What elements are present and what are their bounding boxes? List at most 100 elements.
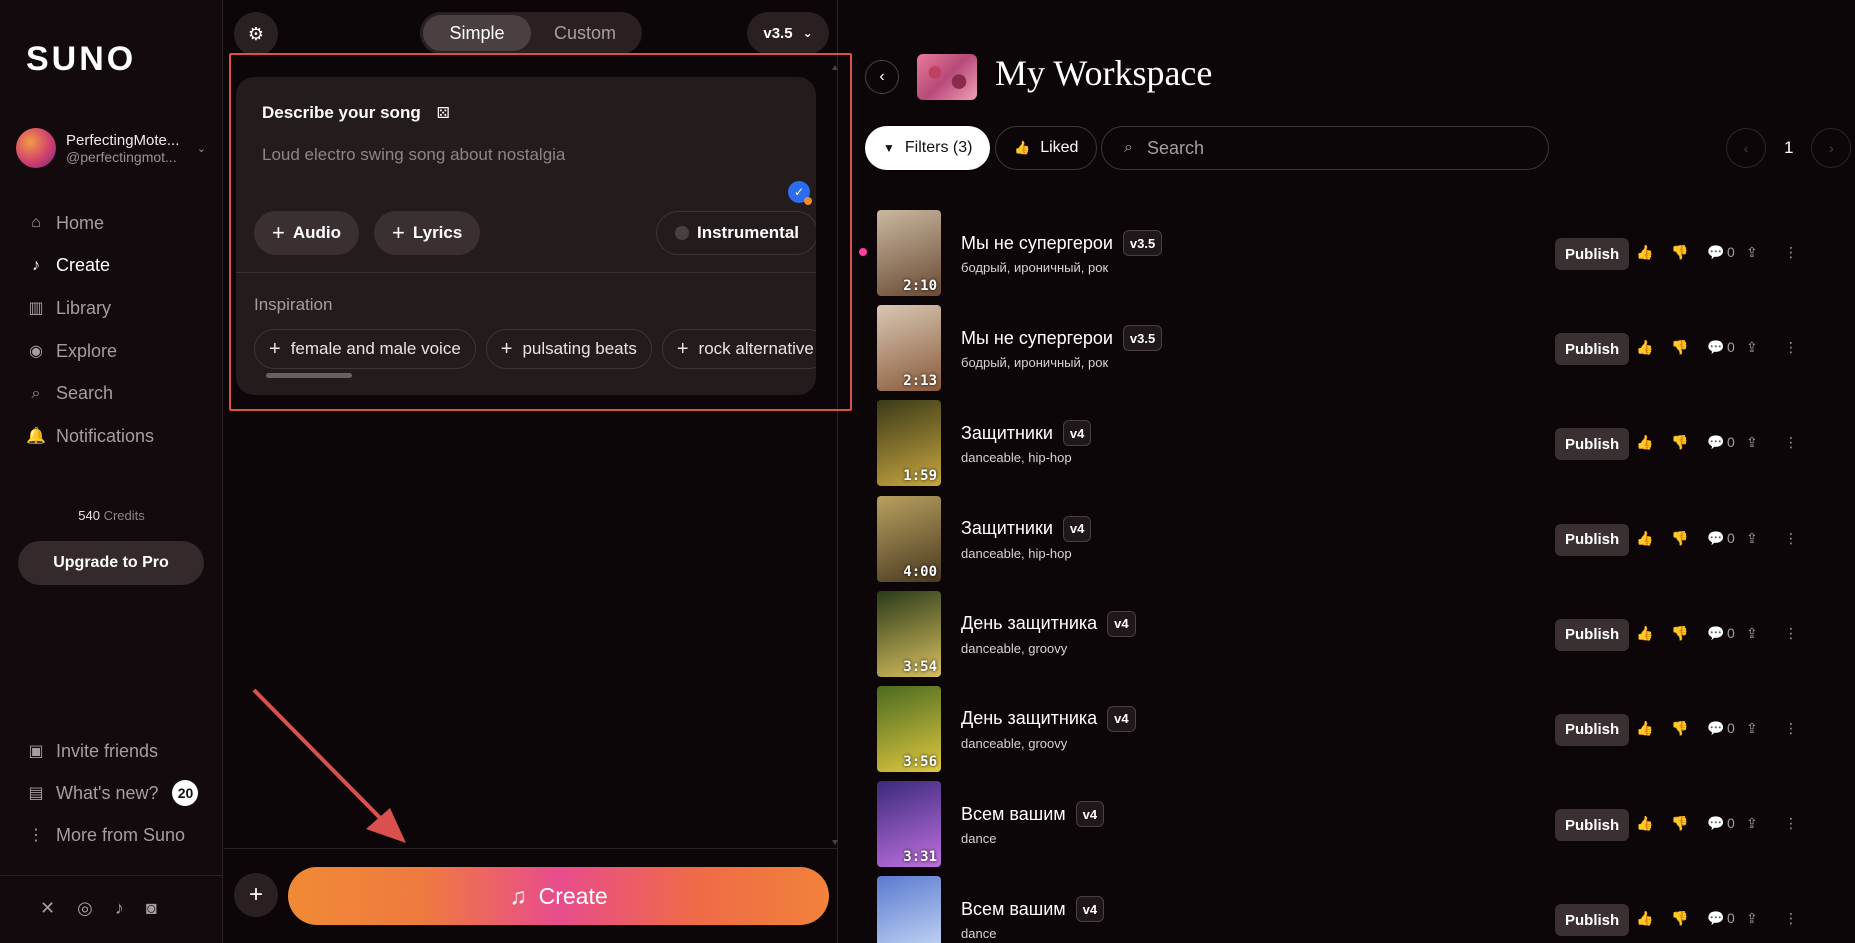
panel-scrollbar[interactable]	[831, 64, 839, 846]
song-title[interactable]: Всем вашим	[961, 899, 1066, 920]
share-button[interactable]: ⇪	[1746, 720, 1758, 737]
comment-icon[interactable]: 💬	[1707, 910, 1724, 927]
dislike-button[interactable]: 👎	[1671, 720, 1688, 737]
song-title[interactable]: Мы не супергерои	[961, 328, 1113, 349]
song-row[interactable]: 3:54 День защитника v4 danceable, groovy Pub…	[839, 590, 1855, 686]
invite-friends-link[interactable]: ▣ Invite friends	[26, 730, 198, 772]
dice-icon[interactable]: ⚄	[437, 104, 450, 122]
like-button[interactable]: 👍	[1636, 815, 1653, 832]
add-button[interactable]: +	[234, 873, 278, 917]
comment-icon[interactable]: 💬	[1707, 339, 1724, 356]
share-button[interactable]: ⇪	[1746, 910, 1758, 927]
song-tags[interactable]: dance	[961, 831, 996, 846]
sidebar-item-library[interactable]: ▥ Library	[26, 287, 154, 330]
song-cover[interactable]: 3:56	[877, 685, 941, 772]
share-button[interactable]: ⇪	[1746, 530, 1758, 547]
instagram-icon[interactable]: ◎	[77, 898, 93, 919]
dislike-button[interactable]: 👎	[1671, 625, 1688, 642]
like-button[interactable]: 👍	[1636, 720, 1653, 737]
publish-button[interactable]: Publish	[1555, 333, 1630, 366]
song-title[interactable]: Мы не супергерои	[961, 233, 1113, 254]
comment-icon[interactable]: 💬	[1707, 815, 1724, 832]
share-button[interactable]: ⇪	[1746, 625, 1758, 642]
whats-new-link[interactable]: ▤ What's new? 20	[26, 772, 199, 814]
dislike-button[interactable]: 👎	[1671, 244, 1688, 261]
song-cover[interactable]	[877, 876, 941, 943]
mode-custom-button[interactable]: Custom	[531, 15, 639, 51]
song-tags[interactable]: danceable, hip-hop	[961, 546, 1072, 561]
sidebar-item-search[interactable]: ⌕ Search	[26, 372, 154, 415]
more-from-suno-link[interactable]: ⋮ More from Suno	[26, 814, 198, 856]
share-button[interactable]: ⇪	[1746, 434, 1758, 451]
comment-icon[interactable]: 💬	[1707, 530, 1724, 547]
instrumental-toggle[interactable]: Instrumental	[656, 211, 816, 255]
search-input[interactable]	[1146, 137, 1507, 159]
discord-icon[interactable]: ◙	[146, 898, 157, 919]
suno-logo[interactable]: SUNO	[26, 40, 136, 79]
song-title[interactable]: День защитника	[961, 613, 1097, 634]
song-tags[interactable]: бодрый, ироничный, рок	[961, 355, 1108, 370]
more-options-button[interactable]: ⋮	[1784, 339, 1798, 356]
more-options-button[interactable]: ⋮	[1784, 434, 1798, 451]
song-title[interactable]: День защитника	[961, 708, 1097, 729]
dislike-button[interactable]: 👎	[1671, 815, 1688, 832]
filters-button[interactable]: ▼ Filters (3)	[865, 126, 991, 170]
prev-page-button[interactable]: ‹	[1726, 128, 1766, 168]
song-tags[interactable]: бодрый, ироничный, рок	[961, 260, 1108, 275]
song-title[interactable]: Защитники	[961, 423, 1053, 444]
song-row[interactable]: Всем вашим v4 dance Publish 👍 👎 💬 ⇪ ⋮ 0	[839, 876, 1855, 943]
model-version-dropdown[interactable]: v3.5 ⌄	[747, 12, 829, 54]
song-row[interactable]: 4:00 Защитники v4 danceable, hip-hop Publish…	[839, 495, 1855, 591]
like-button[interactable]: 👍	[1636, 434, 1653, 451]
comment-icon[interactable]: 💬	[1707, 625, 1724, 642]
sidebar-item-notifications[interactable]: 🔔 Notifications	[26, 415, 154, 458]
liked-button[interactable]: 👍 Liked	[995, 126, 1098, 170]
song-row[interactable]: 2:13 Мы не супергерои v3.5 бодрый, ироничны…	[839, 305, 1855, 400]
add-lyrics-button[interactable]: + Lyrics	[374, 211, 481, 255]
tiktok-icon[interactable]: ♪	[115, 898, 124, 919]
like-button[interactable]: 👍	[1636, 339, 1653, 356]
more-options-button[interactable]: ⋮	[1784, 530, 1798, 547]
share-button[interactable]: ⇪	[1746, 815, 1758, 832]
inspiration-chip[interactable]: + rock alternative	[661, 329, 816, 369]
inspiration-chip[interactable]: + pulsating beats	[485, 329, 652, 369]
sidebar-item-home[interactable]: ⌂ Home	[26, 202, 154, 245]
publish-button[interactable]: Publish	[1555, 618, 1630, 651]
song-tags[interactable]: danceable, groovy	[961, 641, 1067, 656]
inspiration-chip[interactable]: + female and male voice	[254, 329, 476, 369]
upgrade-button[interactable]: Upgrade to Pro	[18, 541, 204, 585]
comment-icon[interactable]: 💬	[1707, 244, 1724, 261]
more-options-button[interactable]: ⋮	[1784, 815, 1798, 832]
user-menu[interactable]: PerfectingMote... @perfectingmot... ⌄	[16, 128, 206, 168]
song-title[interactable]: Защитники	[961, 518, 1053, 539]
describe-song-input[interactable]: Loud electro swing song about nostalgia	[262, 145, 565, 165]
inspiration-scrollbar[interactable]	[266, 373, 352, 378]
share-button[interactable]: ⇪	[1746, 244, 1758, 261]
song-row[interactable]: 2:10 Мы не супергерои v3.5 бодрый, ироничны…	[839, 210, 1855, 305]
mode-simple-button[interactable]: Simple	[423, 15, 531, 51]
song-row[interactable]: 3:31 Всем вашим v4 dance Publish 👍 👎 💬 ⇪ ⋮ 0	[839, 781, 1855, 876]
sidebar-item-create[interactable]: ♪ Create	[26, 245, 154, 288]
song-cover[interactable]: 3:54	[877, 590, 941, 677]
publish-button[interactable]: Publish	[1555, 713, 1630, 746]
song-tags[interactable]: danceable, groovy	[961, 736, 1067, 751]
publish-button[interactable]: Publish	[1555, 428, 1630, 461]
like-button[interactable]: 👍	[1636, 244, 1653, 261]
more-options-button[interactable]: ⋮	[1784, 910, 1798, 927]
like-button[interactable]: 👍	[1636, 530, 1653, 547]
add-audio-button[interactable]: + Audio	[254, 211, 360, 255]
comment-icon[interactable]: 💬	[1707, 720, 1724, 737]
song-tags[interactable]: dance	[961, 926, 996, 941]
publish-button[interactable]: Publish	[1555, 904, 1630, 937]
dislike-button[interactable]: 👎	[1671, 530, 1688, 547]
back-button[interactable]: ‹	[865, 60, 899, 94]
dislike-button[interactable]: 👎	[1671, 339, 1688, 356]
song-cover[interactable]: 3:31	[877, 781, 941, 868]
song-cover[interactable]: 2:10	[877, 210, 941, 296]
share-button[interactable]: ⇪	[1746, 339, 1758, 356]
settings-button[interactable]: ⚙	[234, 12, 278, 56]
song-cover[interactable]: 2:13	[877, 305, 941, 392]
comment-icon[interactable]: 💬	[1707, 434, 1724, 451]
dislike-button[interactable]: 👎	[1671, 434, 1688, 451]
create-button[interactable]: ♫ Create	[288, 867, 829, 925]
